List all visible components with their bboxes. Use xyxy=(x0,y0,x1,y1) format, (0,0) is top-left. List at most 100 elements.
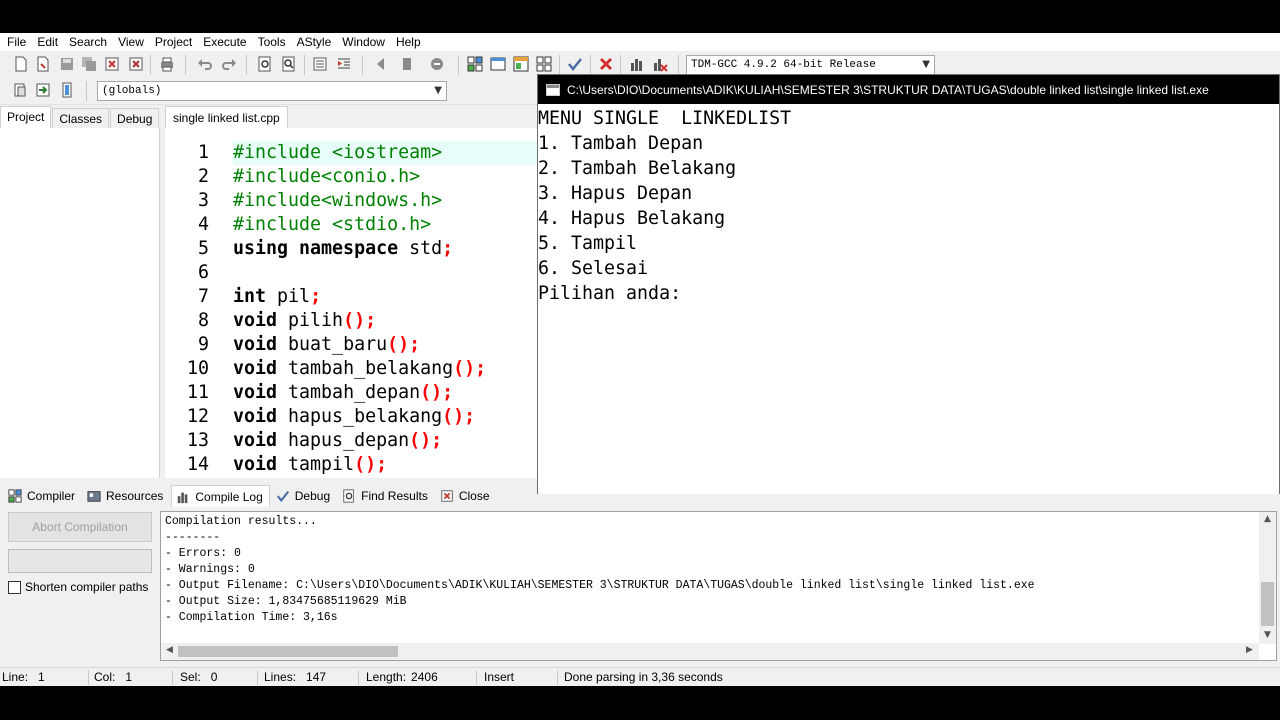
new-file-icon[interactable] xyxy=(12,55,30,73)
save-all-icon[interactable] xyxy=(80,55,98,73)
code-line[interactable]: 11 void tambah_depan(); xyxy=(165,381,537,405)
menu-tools[interactable]: Tools xyxy=(255,35,294,49)
log-line: - Output Size: 1,83475685119629 MiB xyxy=(165,595,407,608)
code-line[interactable]: 12 void hapus_belakang(); xyxy=(165,405,537,429)
code-line[interactable]: 3 #include<windows.h> xyxy=(165,189,537,213)
code-token: hapus_belakang xyxy=(277,406,443,427)
shorten-paths-checkbox[interactable]: Shorten compiler paths xyxy=(8,580,148,594)
next-bookmark-icon[interactable] xyxy=(397,55,415,73)
line-number: 4 xyxy=(197,214,209,235)
indent-icon[interactable] xyxy=(335,55,353,73)
menu-project[interactable]: Project xyxy=(152,35,200,49)
scroll-up-icon[interactable]: ▲ xyxy=(1259,514,1276,524)
tab-find-results[interactable]: Find Results xyxy=(338,485,434,507)
tab-project[interactable]: Project xyxy=(0,106,52,128)
log-hscroll-thumb[interactable] xyxy=(178,646,398,657)
scope-select[interactable]: (globals) ▼ xyxy=(97,81,447,101)
console-line: 6. Selesai xyxy=(538,258,649,279)
scroll-down-icon[interactable]: ▼ xyxy=(1259,630,1276,640)
compile-icon[interactable] xyxy=(466,55,484,73)
code-line[interactable]: 7 int pil; xyxy=(165,285,537,309)
console-output[interactable]: MENU SINGLE LINKEDLIST 1. Tambah Depan 2. … xyxy=(538,104,1279,494)
replace-icon[interactable] xyxy=(280,55,298,73)
code-line[interactable]: 2 #include<conio.h> xyxy=(165,165,537,189)
status-col-label: Col: xyxy=(94,670,116,684)
code-text: void tambah_depan(); xyxy=(233,381,537,405)
code-editor[interactable]: 1 #include <iostream> 2 #include<conio.h> 3 #… xyxy=(165,128,537,478)
scroll-right-icon[interactable]: ▶ xyxy=(1241,645,1258,655)
log-vscroll-thumb[interactable] xyxy=(1261,582,1274,626)
profile-icon[interactable] xyxy=(628,55,646,73)
menu-file[interactable]: File xyxy=(4,35,34,49)
tab-debug-bottom[interactable]: Debug xyxy=(272,485,336,507)
stop-execution-icon[interactable] xyxy=(597,55,615,73)
console-line: 5. Tampil xyxy=(538,233,638,254)
code-line[interactable]: 13 void hapus_depan(); xyxy=(165,429,537,453)
top-letterbox xyxy=(0,0,1280,33)
new-project-icon[interactable] xyxy=(11,81,29,99)
find-icon[interactable] xyxy=(256,55,274,73)
console-title-bar[interactable]: C:\Users\DIO\Documents\ADIK\KULIAH\SEMES… xyxy=(538,75,1279,104)
menu-edit[interactable]: Edit xyxy=(34,35,66,49)
code-token: (); xyxy=(354,454,388,475)
close-file-icon[interactable] xyxy=(103,55,121,73)
tab-resources[interactable]: Resources xyxy=(83,485,169,507)
tab-compiler-label: Compiler xyxy=(27,489,76,503)
redo-icon[interactable] xyxy=(220,55,238,73)
code-line[interactable]: 14 void tampil(); xyxy=(165,453,537,477)
compiler-icon xyxy=(8,489,22,503)
code-line[interactable]: 5 using namespace std; xyxy=(165,237,537,261)
toggle-bookmark-icon[interactable] xyxy=(428,55,446,73)
code-line[interactable]: 6 xyxy=(165,261,537,285)
tab-compiler[interactable]: Compiler xyxy=(4,485,81,507)
goto-line-icon[interactable] xyxy=(311,55,329,73)
prev-bookmark-icon[interactable] xyxy=(373,55,391,73)
project-browser[interactable] xyxy=(0,128,160,478)
menu-astyle[interactable]: AStyle xyxy=(294,35,340,49)
code-line[interactable]: 10 void tambah_belakang(); xyxy=(165,357,537,381)
menu-help[interactable]: Help xyxy=(393,35,429,49)
editor-tab-file[interactable]: single linked list.cpp xyxy=(165,106,288,128)
code-line[interactable]: 9 void buat_baru(); xyxy=(165,333,537,357)
save-icon[interactable] xyxy=(58,55,76,73)
add-to-project-icon[interactable] xyxy=(34,81,52,99)
remove-from-project-icon[interactable] xyxy=(58,81,76,99)
menu-search[interactable]: Search xyxy=(66,35,115,49)
menu-window[interactable]: Window xyxy=(339,35,393,49)
undo-icon[interactable] xyxy=(196,55,214,73)
compile-log[interactable]: Compilation results... -------- - Errors: … xyxy=(160,511,1277,661)
tab-close[interactable]: Close xyxy=(436,485,496,507)
print-icon[interactable] xyxy=(158,55,176,73)
code-text: void hapus_depan(); xyxy=(233,429,537,453)
scroll-left-icon[interactable]: ◀ xyxy=(161,645,178,655)
abort-compilation-button[interactable]: Abort Compilation xyxy=(8,512,152,542)
chevron-down-icon[interactable]: ▼ xyxy=(922,59,930,70)
menu-view[interactable]: View xyxy=(115,35,152,49)
run-icon[interactable] xyxy=(489,55,507,73)
log-horizontal-scrollbar[interactable]: ◀ ▶ xyxy=(161,643,1259,660)
open-file-icon[interactable] xyxy=(34,55,52,73)
tab-classes[interactable]: Classes xyxy=(52,108,110,128)
rebuild-icon[interactable] xyxy=(535,55,553,73)
line-number: 1 xyxy=(197,142,209,163)
log-vertical-scrollbar[interactable]: ▲ ▼ xyxy=(1259,512,1276,644)
compiler-select-value: TDM-GCC 4.9.2 64-bit Release xyxy=(691,59,876,71)
close-all-icon[interactable] xyxy=(127,55,145,73)
menu-execute[interactable]: Execute xyxy=(200,35,254,49)
status-sel-value: 0 xyxy=(210,670,218,684)
code-token: #include <iostream> xyxy=(233,142,443,163)
compile-run-icon[interactable] xyxy=(512,55,530,73)
compiler-select[interactable]: TDM-GCC 4.9.2 64-bit Release ▼ xyxy=(686,55,935,75)
chevron-down-icon[interactable]: ▼ xyxy=(434,85,442,96)
tab-compile-log[interactable]: Compile Log xyxy=(171,485,270,507)
code-token: int xyxy=(233,286,267,307)
tab-debug[interactable]: Debug xyxy=(110,108,160,128)
code-line[interactable]: 8 void pilih(); xyxy=(165,309,537,333)
checkbox-box[interactable] xyxy=(8,580,21,594)
console-window[interactable]: C:\Users\DIO\Documents\ADIK\KULIAH\SEMES… xyxy=(537,74,1280,494)
syntax-check-icon[interactable] xyxy=(566,55,584,73)
delete-profile-icon[interactable] xyxy=(651,55,669,73)
code-line[interactable]: 1 #include <iostream> xyxy=(165,141,537,165)
compile-log-text: Compilation results... -------- - Errors: … xyxy=(165,514,1255,639)
code-line[interactable]: 4 #include <stdio.h> xyxy=(165,213,537,237)
